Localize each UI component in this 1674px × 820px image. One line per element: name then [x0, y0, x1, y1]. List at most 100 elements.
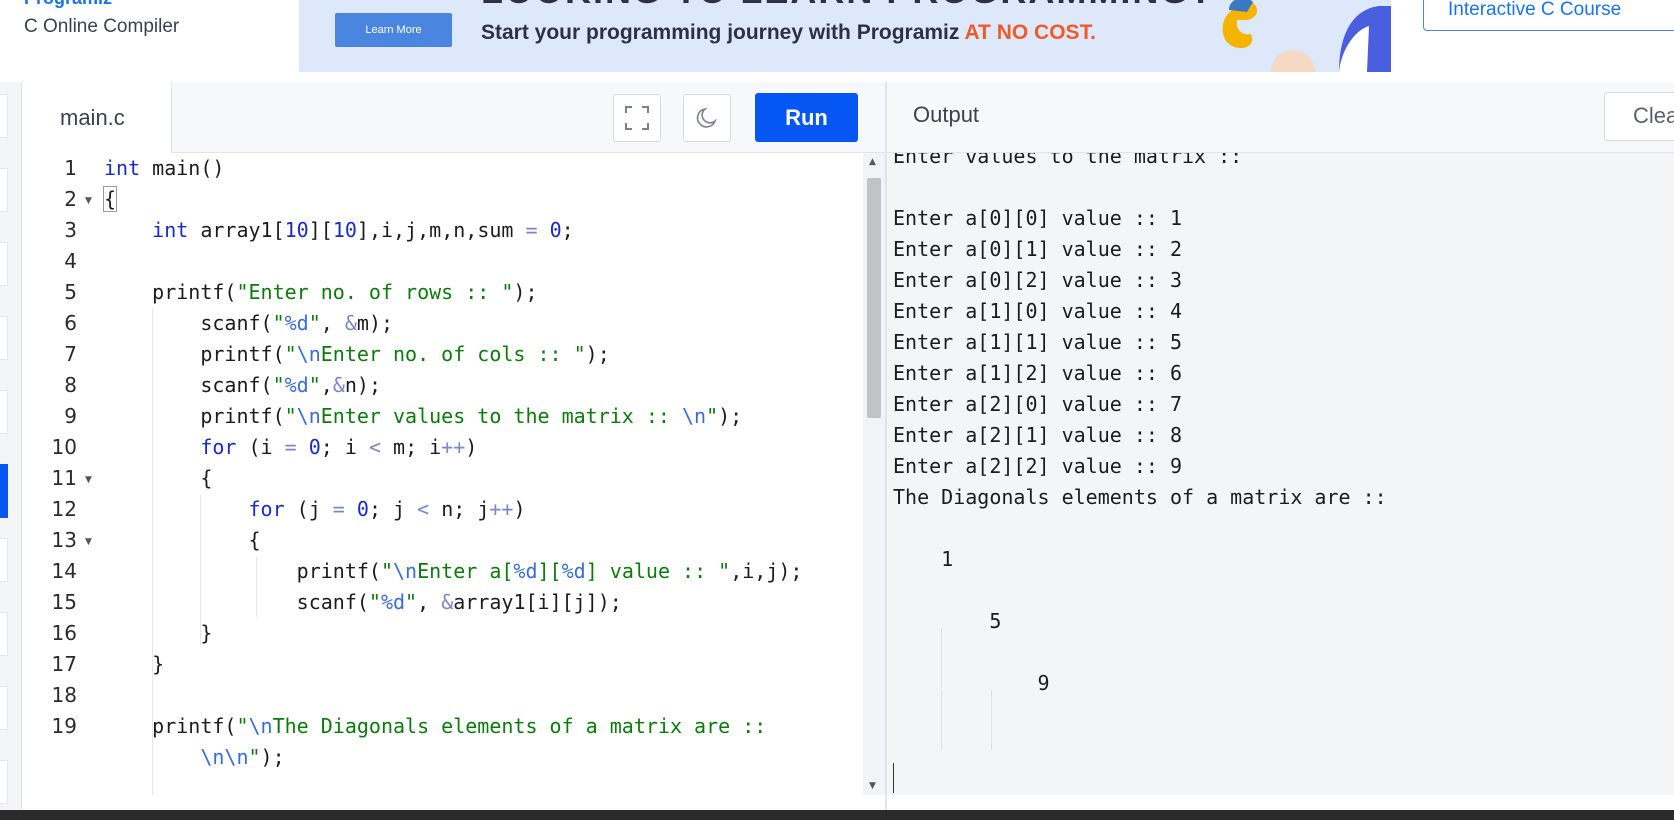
code-line[interactable]: 4: [22, 245, 862, 278]
code-text: for (i = 0; i < m; i++): [200, 435, 478, 459]
text-cursor: [893, 763, 894, 793]
ad-text-accent: AT NO COST.: [964, 21, 1096, 44]
scrollbar-thumb[interactable]: [867, 178, 881, 418]
code-line[interactable]: 16 }: [22, 617, 862, 650]
fullscreen-icon: [625, 106, 649, 130]
code-text: scanf("%d", &array1[i][j]);: [104, 590, 622, 614]
code-line[interactable]: \n\n");: [22, 741, 862, 774]
output-line: Enter a[2][0] value :: 7: [893, 392, 1182, 416]
code-line[interactable]: 2 ▼ {: [22, 183, 862, 216]
fold-toggle-icon[interactable]: ▼: [85, 537, 92, 547]
line-number: 19: [51, 714, 77, 738]
run-button[interactable]: Run: [755, 93, 858, 142]
code-line[interactable]: 3 int array1[10][10],i,j,m,n,sum = 0;: [22, 214, 862, 247]
output-line: Enter a[2][2] value :: 9: [893, 454, 1182, 478]
page-subtitle: C Online Compiler: [24, 16, 180, 37]
code-line[interactable]: 17 }: [22, 648, 862, 681]
output-line: Enter a[1][2] value :: 6: [893, 361, 1182, 385]
code-text: printf("\nEnter a[%d][%d] value :: ",i,j…: [104, 559, 803, 583]
output-line: Enter a[2][1] value :: 8: [893, 423, 1182, 447]
code-line[interactable]: 8 scanf("%d",&n);: [22, 369, 862, 402]
code-text: {: [104, 528, 261, 552]
line-number: 10: [51, 435, 77, 459]
file-tab-main-c[interactable]: main.c: [22, 82, 172, 153]
learn-more-button[interactable]: Learn More: [335, 13, 452, 47]
code-line[interactable]: 19 printf("\nThe Diagonals elements of a…: [22, 710, 862, 743]
line-number: 2: [64, 187, 77, 211]
ad-text: Start your programming journey with Prog…: [481, 21, 1096, 45]
sidebar-tab-active[interactable]: [0, 464, 8, 518]
code-line[interactable]: 5 printf("Enter no. of rows :: ");: [22, 276, 862, 309]
code-line[interactable]: 10 for (i = 0; i < m; i++): [22, 431, 862, 464]
fold-toggle-icon[interactable]: ▼: [85, 475, 92, 485]
sidebar-tab[interactable]: [0, 168, 8, 212]
output-line: Enter a[0][0] value :: 1: [893, 206, 1182, 230]
moon-icon: [696, 107, 717, 128]
line-number: 15: [51, 590, 77, 614]
line-number: 11: [51, 466, 77, 490]
scroll-down-icon[interactable]: ▼: [869, 781, 876, 791]
code-text: scanf("%d",&n);: [104, 373, 381, 397]
code-text: int main(): [104, 156, 225, 180]
code-line[interactable]: 18: [22, 679, 862, 712]
output-title: Output: [913, 102, 980, 127]
code-text: scanf("%d", &m);: [104, 311, 394, 335]
code-editor[interactable]: 1 int main() 2 ▼ {3 int array1[10][10],i,j,m…: [22, 153, 885, 795]
code-line[interactable]: 7 printf("\nEnter no. of cols :: ");: [22, 338, 862, 371]
line-number: 7: [64, 342, 77, 366]
code-text: int array1[10][10],i,j,m,n,sum = 0;: [152, 218, 574, 242]
code-line[interactable]: 11 ▼ {: [22, 462, 862, 495]
sidebar-tab[interactable]: [0, 94, 8, 138]
code-line[interactable]: 6 scanf("%d", &m);: [22, 307, 862, 340]
sidebar-tab[interactable]: [0, 316, 8, 360]
interactive-course-button[interactable]: Interactive C Course: [1423, 0, 1674, 31]
line-number: 1: [64, 156, 77, 180]
line-number: 3: [64, 218, 77, 242]
bottom-bar: [0, 810, 1674, 820]
scroll-up-icon[interactable]: ▲: [869, 157, 876, 167]
brand-logo[interactable]: Programiz: [24, 0, 112, 9]
editor-scrollbar[interactable]: ▲ ▼: [863, 153, 885, 795]
code-line[interactable]: 15 scanf("%d", &array1[i][j]);: [22, 586, 862, 619]
code-line[interactable]: 1 int main(): [22, 153, 862, 185]
output-line: Enter a[0][1] value :: 2: [893, 237, 1182, 261]
sidebar-tab[interactable]: [0, 390, 8, 434]
output-line: 5: [893, 609, 1002, 633]
line-number: 12: [51, 497, 77, 521]
code-text: }: [104, 652, 165, 676]
code-text: for (j = 0; j < n; j++): [248, 497, 526, 521]
clear-button[interactable]: Clear: [1604, 92, 1674, 141]
ad-text-main: Start your programming journey with Prog…: [481, 21, 965, 44]
sidebar-tab[interactable]: [0, 242, 8, 286]
code-line[interactable]: 12 for (j = 0; j < n; j++): [22, 493, 862, 526]
fullscreen-button[interactable]: [613, 94, 661, 142]
code-text: printf("\nEnter no. of cols :: ");: [104, 342, 610, 366]
code-text: }: [104, 621, 213, 645]
line-number: 5: [64, 280, 77, 304]
output-line: Enter a[1][1] value :: 5: [893, 330, 1182, 354]
code-line[interactable]: 14 printf("\nEnter a[%d][%d] value :: ",…: [22, 555, 862, 588]
output-toolbar: Output Clear: [887, 82, 1674, 153]
output-console[interactable]: Enter values to the matrix :: Enter a[0][…: [887, 153, 1674, 795]
editor-toolbar: main.c Run: [22, 82, 885, 153]
output-line: 1: [893, 547, 954, 571]
sidebar-tab[interactable]: [0, 538, 8, 582]
output-line: Enter a[1][0] value :: 4: [893, 299, 1182, 323]
sidebar-tab[interactable]: [0, 686, 8, 730]
code-text: printf("\nEnter values to the matrix :: …: [104, 404, 743, 428]
ad-banner[interactable]: LOOKING TO LEARN PROGRAMMING? Learn More…: [299, 0, 1391, 72]
line-number: 6: [64, 311, 77, 335]
code-text: {: [104, 466, 213, 490]
line-number: 17: [51, 652, 77, 676]
line-number: 9: [64, 404, 77, 428]
line-number: 16: [51, 621, 77, 645]
code-line[interactable]: 13 ▼ {: [22, 524, 862, 557]
theme-toggle-button[interactable]: [683, 94, 731, 142]
sidebar-tab[interactable]: [0, 612, 8, 656]
fold-toggle-icon[interactable]: ▼: [85, 196, 92, 206]
code-text: \n\n");: [200, 745, 285, 769]
line-number: 8: [64, 373, 77, 397]
line-number: 14: [51, 559, 77, 583]
sidebar-tab[interactable]: [0, 760, 8, 804]
code-line[interactable]: 9 printf("\nEnter values to the matrix :…: [22, 400, 862, 433]
